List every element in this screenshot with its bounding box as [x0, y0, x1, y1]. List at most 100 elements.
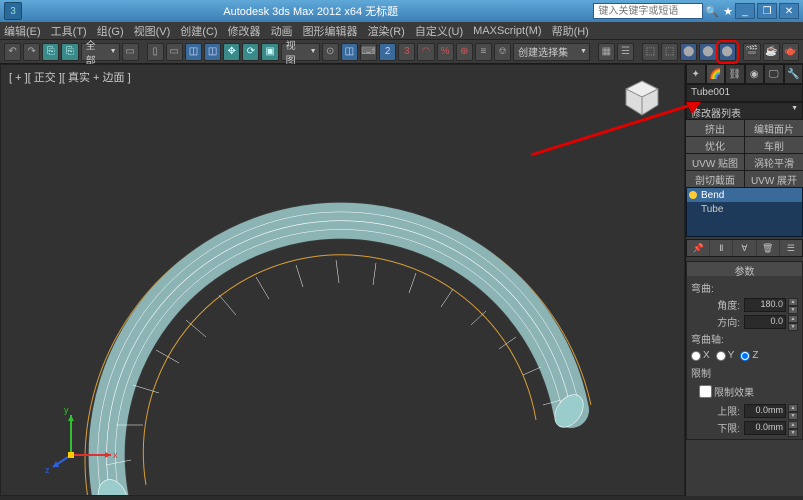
btn-lathe[interactable]: 车削: [745, 137, 803, 153]
limit-section-label: 限制: [691, 365, 798, 380]
unlink-button[interactable]: ⎘: [61, 43, 78, 61]
menu-modifiers[interactable]: 修改器: [228, 23, 261, 39]
modifier-list-combo[interactable]: 修改器列表: [686, 102, 803, 120]
select-object-button[interactable]: ▭: [122, 43, 139, 61]
menu-tools[interactable]: 工具(T): [51, 23, 87, 39]
menu-customize[interactable]: 自定义(U): [415, 23, 463, 39]
btn-uvw-map[interactable]: UVW 贴图: [686, 154, 744, 170]
select-scale-button[interactable]: ▣: [261, 43, 278, 61]
menu-graph-editors[interactable]: 图形编辑器: [303, 23, 358, 39]
main-toolbar: ↶ ↷ ⎘ ⎘ 全部 ▭ ▯ ▭ ◫ ◫ ✥ ⟳ ▣ 视图 ⊙ ◫ ⌨ 2 3 …: [0, 40, 803, 64]
percent-snap-button[interactable]: %: [437, 43, 454, 61]
ref-coord-combo[interactable]: 视图: [281, 43, 320, 61]
select-manipulate-button[interactable]: ◫: [341, 43, 358, 61]
minimize-button[interactable]: _: [735, 3, 755, 19]
make-unique-button[interactable]: ∀: [733, 240, 755, 256]
btn-extrude[interactable]: 挤出: [686, 120, 744, 136]
edit-named-sel-button[interactable]: ≡: [475, 43, 492, 61]
hierarchy-tab[interactable]: ⛓: [725, 64, 745, 84]
link-button[interactable]: ⎘: [42, 43, 59, 61]
configure-sets-button[interactable]: ☰: [780, 240, 802, 256]
schematic-view-button[interactable]: ⬚: [661, 43, 678, 61]
lower-down[interactable]: ▼: [788, 429, 798, 437]
angle-snap-button[interactable]: ◠: [417, 43, 434, 61]
menu-help[interactable]: 帮助(H): [552, 23, 589, 39]
pin-stack-button[interactable]: 📌: [687, 240, 709, 256]
menu-maxscript[interactable]: MAXScript(M): [473, 25, 541, 37]
select-region-button[interactable]: ◫: [185, 43, 202, 61]
select-by-name-button[interactable]: ▭: [166, 43, 183, 61]
window-crossing-button[interactable]: ◫: [204, 43, 221, 61]
redo-button[interactable]: ↷: [23, 43, 40, 61]
lower-limit-spinner[interactable]: 0.0mm: [744, 421, 786, 435]
dir-up[interactable]: ▲: [788, 315, 798, 323]
angle-up[interactable]: ▲: [788, 298, 798, 306]
parameters-rollout: 参数 弯曲: 角度: 180.0 ▲▼ 方向: 0.0 ▲▼ 弯曲轴: X Y …: [686, 261, 803, 440]
render-iterative-button[interactable]: ☕: [763, 43, 780, 61]
dir-down[interactable]: ▼: [788, 323, 798, 331]
display-tab[interactable]: 🖵: [764, 64, 784, 84]
render-production-button[interactable]: 🎬: [743, 43, 760, 61]
btn-optimize[interactable]: 优化: [686, 137, 744, 153]
angle-label: 角度:: [691, 297, 742, 312]
viewport[interactable]: [ + ][ 正交 ][ 真实 + 边面 ]: [0, 64, 685, 496]
menu-views[interactable]: 视图(V): [134, 23, 171, 39]
stack-item-bend[interactable]: Bend: [687, 188, 802, 202]
render-setup-button[interactable]: ⬤: [699, 43, 716, 61]
btn-uvw-unwrap[interactable]: UVW 展开: [745, 171, 803, 187]
close-button[interactable]: ✕: [779, 3, 799, 19]
modifier-stack[interactable]: Bend Tube: [686, 187, 803, 237]
select-button[interactable]: ▯: [147, 43, 164, 61]
show-end-result-button[interactable]: Ⅱ: [710, 240, 732, 256]
btn-slice[interactable]: 剖切截面: [686, 171, 744, 187]
lower-up[interactable]: ▲: [788, 421, 798, 429]
angle-down[interactable]: ▼: [788, 306, 798, 314]
app-icon[interactable]: 3: [4, 2, 22, 20]
spinner-snap-button[interactable]: ⊕: [456, 43, 473, 61]
motion-tab[interactable]: ◉: [745, 64, 765, 84]
curve-editor-button[interactable]: ⬚: [642, 43, 659, 61]
undo-button[interactable]: ↶: [4, 43, 21, 61]
axis-z-radio[interactable]: Z: [740, 350, 758, 361]
menu-rendering[interactable]: 渲染(R): [368, 23, 405, 39]
help-search-input[interactable]: [593, 3, 703, 19]
remove-modifier-button[interactable]: 🗑: [757, 240, 779, 256]
favorite-icon[interactable]: ★: [723, 5, 733, 18]
modify-tab[interactable]: 🌈: [706, 64, 726, 84]
layer-manager-button[interactable]: ☰: [617, 43, 634, 61]
align-button[interactable]: ▦: [598, 43, 615, 61]
teapot-button[interactable]: 🫖: [782, 43, 799, 61]
angle-spinner[interactable]: 180.0: [744, 298, 786, 312]
upper-limit-spinner[interactable]: 0.0mm: [744, 404, 786, 418]
utilities-tab[interactable]: 🔧: [784, 64, 803, 84]
direction-spinner[interactable]: 0.0: [744, 315, 786, 329]
select-move-button[interactable]: ✥: [223, 43, 240, 61]
material-editor-button[interactable]: ⬤: [680, 43, 697, 61]
restore-button[interactable]: ❐: [757, 3, 777, 19]
rollout-header[interactable]: 参数: [687, 262, 802, 276]
axis-y-radio[interactable]: Y: [716, 350, 735, 361]
snap-2d-button[interactable]: 2: [379, 43, 396, 61]
named-selection-combo[interactable]: 创建选择集: [513, 43, 590, 61]
snap-3d-button[interactable]: 3: [398, 43, 415, 61]
mirror-button[interactable]: ⎊: [494, 43, 511, 61]
object-name-field[interactable]: Tube001: [686, 84, 803, 102]
menu-edit[interactable]: 编辑(E): [4, 23, 41, 39]
btn-edit-patch[interactable]: 编辑面片: [745, 120, 803, 136]
keyboard-shortcut-button[interactable]: ⌨: [360, 43, 377, 61]
use-pivot-button[interactable]: ⊙: [322, 43, 339, 61]
upper-down[interactable]: ▼: [788, 412, 798, 420]
search-icon[interactable]: 🔍: [705, 5, 719, 18]
upper-up[interactable]: ▲: [788, 404, 798, 412]
stack-item-tube[interactable]: Tube: [687, 202, 802, 216]
create-tab[interactable]: ✦: [686, 64, 706, 84]
limit-effect-checkbox[interactable]: 限制效果: [691, 382, 798, 401]
btn-turbosmooth[interactable]: 涡轮平滑: [745, 154, 803, 170]
selection-filter-combo[interactable]: 全部: [81, 43, 120, 61]
rendered-frame-button[interactable]: ⬤: [719, 43, 736, 61]
bulb-icon[interactable]: [689, 191, 697, 199]
axis-gizmo[interactable]: x y z: [41, 395, 121, 475]
select-rotate-button[interactable]: ⟳: [242, 43, 259, 61]
axis-x-radio[interactable]: X: [691, 350, 710, 361]
menu-create[interactable]: 创建(C): [180, 23, 217, 39]
